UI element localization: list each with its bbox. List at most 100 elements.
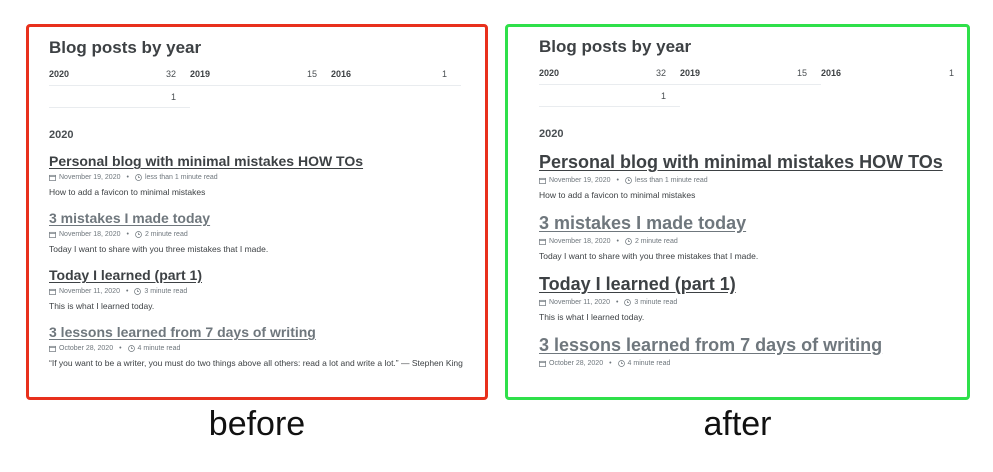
calendar-icon	[539, 299, 546, 306]
clock-icon	[135, 174, 142, 181]
post-date: November 11, 2020	[549, 299, 610, 306]
year-link-2016[interactable]: 2016 1	[331, 68, 461, 86]
meta-separator: •	[609, 360, 612, 367]
calendar-icon	[539, 360, 546, 367]
post-meta: October 28, 2020 • 4 minute read	[49, 345, 467, 352]
post-read-time: 3 minute read	[144, 288, 188, 295]
post-read-time: 2 minute read	[634, 238, 678, 245]
post-meta: October 28, 2020 • 4 minute read	[539, 360, 947, 367]
clock-icon	[625, 238, 632, 245]
post-excerpt: Today I want to share with you three mis…	[539, 251, 759, 261]
post-read-time: less than 1 minute read	[634, 177, 708, 184]
post-item: 3 lessons learned from 7 days of writing…	[49, 324, 467, 369]
year-label: 2020	[49, 69, 70, 79]
calendar-icon	[49, 288, 56, 295]
year-section-heading: 2020	[539, 128, 564, 140]
post-excerpt: This is what I learned today.	[49, 301, 155, 311]
post-title-link[interactable]: 3 mistakes I made today	[539, 213, 947, 234]
before-panel: Blog posts by year 2020 32 2019 15 2016 …	[26, 24, 488, 400]
post-date: October 28, 2020	[59, 345, 114, 352]
meta-separator: •	[615, 299, 619, 306]
year-count: 32	[165, 69, 176, 79]
calendar-icon	[49, 174, 56, 181]
post-item: Personal blog with minimal mistakes HOW …	[539, 152, 947, 201]
year-link-2019[interactable]: 2019 15	[680, 67, 821, 85]
year-count: 15	[306, 69, 317, 79]
meta-separator: •	[616, 177, 619, 184]
year-label: 2020	[539, 68, 560, 78]
year-label: 2019	[680, 68, 701, 78]
post-title-link[interactable]: 3 lessons learned from 7 days of writing	[539, 335, 947, 356]
post-title-link[interactable]: Personal blog with minimal mistakes HOW …	[49, 153, 467, 170]
meta-separator: •	[125, 288, 129, 295]
page-title: Blog posts by year	[539, 37, 692, 56]
post-meta: November 18, 2020 • 2 minute read	[539, 238, 947, 245]
year-count: 32	[655, 68, 666, 78]
post-item: Today I learned (part 1) November 11, 20…	[49, 267, 467, 312]
year-count: 1	[170, 92, 176, 102]
year-link-2019[interactable]: 2019 15	[190, 68, 331, 86]
post-item: Today I learned (part 1) November 11, 20…	[539, 274, 947, 323]
post-title-link[interactable]: Personal blog with minimal mistakes HOW …	[539, 152, 947, 173]
year-index: 2020 32 2019 15 2016 1 1	[49, 68, 467, 116]
post-item: 3 mistakes I made today November 18, 202…	[49, 210, 467, 255]
post-date: November 19, 2020	[59, 174, 121, 181]
clock-icon	[127, 345, 135, 352]
post-date: November 18, 2020	[549, 238, 611, 245]
calendar-icon	[49, 345, 56, 352]
calendar-icon	[539, 177, 546, 184]
post-excerpt: How to add a favicon to minimal mistakes	[539, 190, 696, 200]
post-meta: November 19, 2020 • less than 1 minute r…	[539, 177, 947, 184]
year-link-wrapped[interactable]: 1	[49, 86, 190, 108]
post-title-link[interactable]: 3 lessons learned from 7 days of writing	[49, 324, 467, 341]
post-date: November 19, 2020	[549, 177, 611, 184]
post-title-link[interactable]: Today I learned (part 1)	[49, 267, 467, 284]
year-label: 2016	[331, 69, 352, 79]
page-content: Blog posts by year 2020 32 2019 15 2016 …	[539, 36, 954, 367]
meta-separator: •	[119, 345, 122, 352]
year-link-2020[interactable]: 2020 32	[539, 67, 680, 85]
post-read-time: 3 minute read	[634, 299, 678, 306]
post-date: November 18, 2020	[59, 231, 121, 238]
year-count: 15	[796, 68, 807, 78]
year-section-heading: 2020	[49, 129, 74, 141]
post-title-link[interactable]: Today I learned (part 1)	[539, 274, 947, 295]
year-label: 2016	[821, 68, 842, 78]
post-title-link[interactable]: 3 mistakes I made today	[49, 210, 467, 227]
clock-icon	[625, 177, 632, 184]
year-count: 1	[948, 68, 954, 78]
post-item: 3 lessons learned from 7 days of writing…	[539, 335, 947, 367]
post-excerpt: “If you want to be a writer, you must do…	[49, 358, 463, 368]
before-caption: before	[208, 405, 306, 443]
post-item: Personal blog with minimal mistakes HOW …	[49, 153, 467, 198]
year-link-2016[interactable]: 2016 1	[821, 67, 956, 85]
year-label: 2019	[190, 69, 211, 79]
year-link-2020[interactable]: 2020 32	[49, 68, 190, 86]
page-title: Blog posts by year	[49, 38, 202, 57]
post-excerpt: How to add a favicon to minimal mistakes	[49, 187, 206, 197]
post-meta: November 11, 2020 • 3 minute read	[49, 288, 467, 295]
post-meta: November 11, 2020 • 3 minute read	[539, 299, 947, 306]
page-content: Blog posts by year 2020 32 2019 15 2016 …	[49, 37, 467, 369]
post-meta: November 19, 2020 • less than 1 minute r…	[49, 174, 467, 181]
year-count: 1	[441, 69, 447, 79]
post-item: 3 mistakes I made today November 18, 202…	[539, 213, 947, 262]
meta-separator: •	[126, 231, 129, 238]
calendar-icon	[539, 238, 546, 245]
post-date: October 28, 2020	[549, 360, 604, 367]
clock-icon	[624, 299, 632, 306]
after-panel: Blog posts by year 2020 32 2019 15 2016 …	[505, 24, 970, 400]
year-index: 2020 32 2019 15 2016 1 1	[539, 67, 954, 115]
post-date: November 11, 2020	[59, 288, 120, 295]
meta-separator: •	[126, 174, 129, 181]
meta-separator: •	[616, 238, 619, 245]
post-excerpt: This is what I learned today.	[539, 312, 645, 322]
clock-icon	[134, 288, 142, 295]
year-count: 1	[660, 91, 666, 101]
year-link-wrapped[interactable]: 1	[539, 85, 680, 107]
post-excerpt: Today I want to share with you three mis…	[49, 244, 269, 254]
after-caption: after	[703, 405, 772, 443]
post-meta: November 18, 2020 • 2 minute read	[49, 231, 467, 238]
post-read-time: less than 1 minute read	[144, 174, 218, 181]
post-read-time: 4 minute read	[627, 360, 671, 367]
